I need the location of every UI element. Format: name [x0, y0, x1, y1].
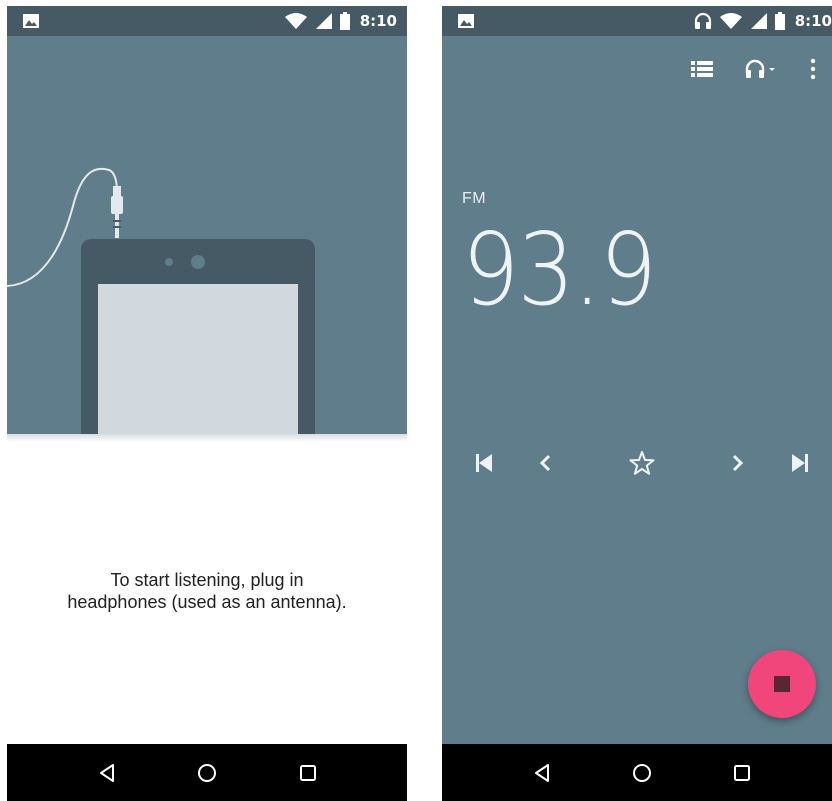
frequency-display: 93.9 — [462, 211, 657, 328]
home-icon[interactable] — [631, 762, 653, 784]
signal-icon — [750, 13, 767, 29]
phone-with-headphone-plug-illustration — [7, 167, 315, 434]
status-time: 8:10 — [359, 12, 397, 30]
band-label: FM — [462, 190, 487, 207]
status-bar: 8:10 — [442, 6, 832, 36]
image-icon — [458, 14, 474, 28]
recents-icon[interactable] — [731, 762, 753, 784]
status-time: 8:10 — [794, 12, 832, 30]
back-icon[interactable] — [532, 762, 554, 784]
stop-icon — [774, 676, 790, 692]
image-icon — [23, 14, 39, 28]
back-icon[interactable] — [97, 762, 119, 784]
headphones-required-screen: 8:10 To start listening, plug in headpho… — [7, 6, 407, 801]
plug-in-headphones-message: To start listening, plug in headphones (… — [27, 569, 387, 613]
battery-icon — [339, 12, 350, 30]
signal-icon — [315, 13, 332, 29]
headset-icon — [694, 12, 711, 29]
message-line-2: headphones (used as an antenna). — [67, 592, 347, 612]
wifi-icon — [284, 13, 307, 29]
home-icon[interactable] — [196, 762, 218, 784]
favorite-star-icon[interactable] — [628, 450, 656, 476]
stop-fab-button[interactable] — [748, 650, 816, 718]
status-bar: 8:10 — [7, 6, 407, 36]
seek-back-icon[interactable] — [532, 450, 560, 476]
audio-output-icon[interactable] — [744, 58, 778, 80]
navigation-bar — [7, 744, 407, 801]
message-line-1: To start listening, plug in — [110, 570, 304, 590]
more-vert-icon[interactable] — [807, 58, 819, 80]
navigation-bar — [442, 744, 832, 801]
seek-forward-icon[interactable] — [723, 450, 751, 476]
skip-next-icon[interactable] — [786, 450, 814, 476]
fm-radio-player-screen: 8:10 FM 93.9 — [442, 6, 832, 801]
panel-shadow — [7, 434, 407, 442]
wifi-icon — [719, 13, 742, 29]
station-list-icon[interactable] — [690, 58, 714, 80]
recents-icon[interactable] — [297, 762, 319, 784]
illustration-panel — [7, 36, 407, 434]
battery-icon — [774, 12, 785, 30]
skip-previous-icon[interactable] — [470, 450, 498, 476]
